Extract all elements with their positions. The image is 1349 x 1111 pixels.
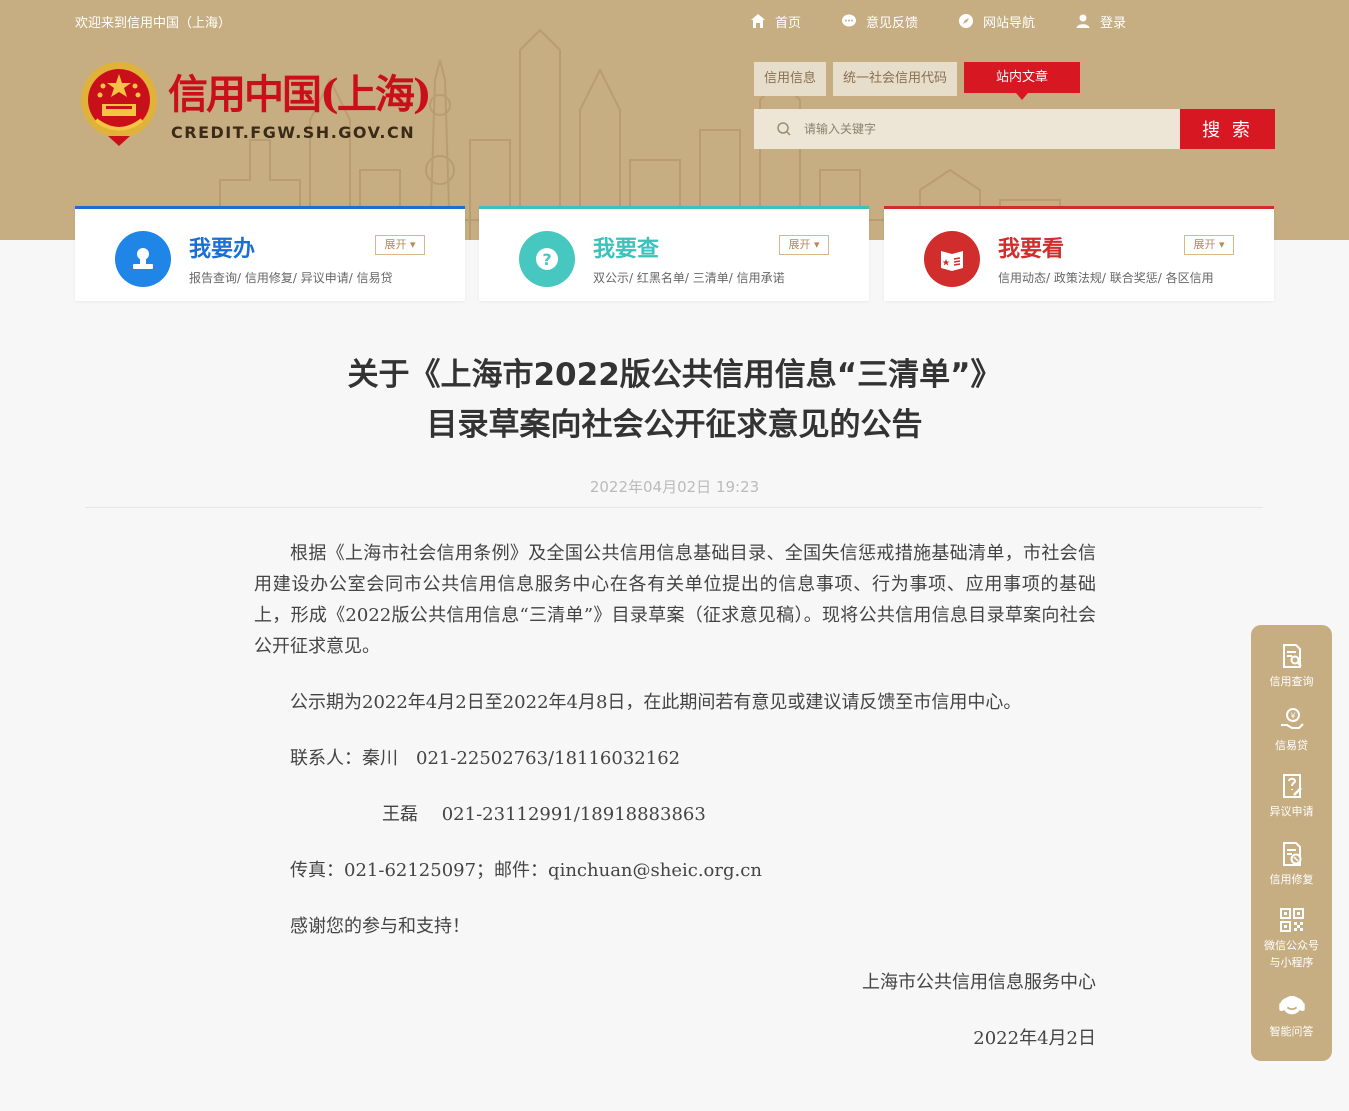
float-item-credit-loan-label: 信易贷 (1275, 739, 1308, 752)
document-search-icon (1282, 644, 1302, 668)
card-view-title: 我要看 (998, 237, 1065, 262)
float-item-objection[interactable]: 异议申请 (1251, 773, 1332, 819)
nav-home-label: 首页 (775, 15, 802, 31)
float-item-wechat-label: 微信公众号 (1264, 939, 1319, 952)
article-thanks: 感谢您的参与和支持！ (290, 916, 470, 937)
float-item-credit-repair-label: 信用修复 (1269, 873, 1314, 886)
svg-text:¥: ¥ (1290, 712, 1295, 721)
float-sidebar: 信用查询 ¥ 信易贷 异议申请 信用修复 微信公众号 与小程序 智能问答 (1251, 625, 1332, 1061)
book-icon (924, 231, 980, 287)
float-item-credit-query[interactable]: 信用查询 (1251, 643, 1332, 689)
top-nav: 首页 意见反馈 网站导航 登录 (750, 10, 1126, 32)
compass-icon (959, 14, 974, 28)
qrcode-icon (1279, 908, 1304, 932)
card-query-expand-button[interactable]: 展开 ▾ (779, 235, 829, 255)
card-query-title: 我要查 (593, 237, 660, 262)
float-item-wechat-label-2: 与小程序 (1269, 956, 1314, 969)
nav-login-label: 登录 (1100, 15, 1127, 31)
card-query[interactable]: ? 我要查 双公示/ 红黑名单/ 三清单/ 信用承诺 展开 ▾ (479, 206, 869, 301)
float-item-smart-qa[interactable]: 智能问答 (1251, 989, 1332, 1039)
search-icon (777, 122, 791, 136)
article-paragraph-1: 根据《上海市社会信用条例》及全国公共信用信息基础目录、全国失信惩戒措施基础清单，… (254, 543, 1096, 657)
header-band: 欢迎来到信用中国（上海） 首页 意见反馈 网站导航 登录 信用中国(上海) CR… (0, 0, 1349, 240)
headset-icon (1278, 995, 1305, 1015)
article-divider (85, 507, 1263, 508)
search-tab-articles[interactable]: 站内文章 (964, 62, 1081, 100)
search-button[interactable]: 搜 索 (1180, 109, 1275, 149)
article-body: 根据《上海市社会信用条例》及全国公共信用信息基础目录、全国失信惩戒措施基础清单，… (254, 538, 1096, 1054)
float-item-smart-qa-label: 智能问答 (1269, 1025, 1314, 1038)
article-contact-1: 联系人：秦川 021-22502763/18116032162 (290, 748, 681, 769)
nav-sitemap-label: 网站导航 (983, 15, 1036, 31)
user-icon (1076, 14, 1090, 28)
site-logo-title[interactable]: 信用中国(上海) (168, 62, 432, 120)
home-icon (751, 14, 765, 28)
nav-login[interactable]: 登录 (1075, 12, 1126, 31)
card-query-links[interactable]: 双公示/ 红黑名单/ 三清单/ 信用承诺 (593, 269, 785, 286)
nav-feedback-label: 意见反馈 (866, 15, 919, 31)
article-title-line2: 目录草案向社会公开征求意见的公告 (426, 407, 923, 443)
card-handle[interactable]: 我要办 报告查询/ 信用修复/ 异议申请/ 信易贷 展开 ▾ (75, 206, 465, 301)
float-item-credit-query-label: 信用查询 (1269, 675, 1314, 688)
nav-feedback[interactable]: 意见反馈 (841, 12, 918, 31)
document-repair-icon (1282, 842, 1301, 866)
search-input[interactable] (804, 122, 1164, 136)
article-date: 2022年04月02日 19:23 (589, 478, 760, 496)
card-view-links[interactable]: 信用动态/ 政策法规/ 联合奖惩/ 各区信用 (998, 269, 1214, 286)
article-contact-2: 王磊 021-23112991/18918883863 (382, 804, 706, 825)
card-handle-expand-button[interactable]: 展开 ▾ (375, 235, 425, 255)
welcome-text: 欢迎来到信用中国（上海） (75, 16, 232, 31)
site-logo-url: CREDIT.FGW.SH.GOV.CN (171, 123, 416, 142)
float-item-wechat[interactable]: 微信公众号 与小程序 (1251, 907, 1332, 971)
float-item-credit-loan[interactable]: ¥ 信易贷 (1251, 707, 1332, 753)
document-edit-icon (1282, 774, 1302, 798)
float-item-objection-label: 异议申请 (1269, 805, 1314, 818)
search-tab-credit-code[interactable]: 统一社会信用代码 (833, 62, 958, 96)
chat-icon (842, 14, 857, 27)
card-view-expand-button[interactable]: 展开 ▾ (1184, 235, 1234, 255)
float-item-credit-repair[interactable]: 信用修复 (1251, 841, 1332, 887)
search-tab-credit-info[interactable]: 信用信息 (754, 62, 827, 96)
article-title-line1: 关于《上海市2022版公共信用信息“三清单”》 (347, 357, 1002, 393)
national-emblem-icon[interactable] (78, 58, 160, 150)
search-tabs: 信用信息 统一社会信用代码 站内文章 (754, 62, 1081, 100)
search-box (754, 109, 1180, 149)
question-icon: ? (519, 231, 575, 287)
nav-sitemap[interactable]: 网站导航 (958, 12, 1035, 31)
svg-text:?: ? (542, 250, 551, 269)
article-sign-date: 2022年4月2日 (973, 1028, 1096, 1049)
article-signature: 上海市公共信用信息服务中心 (862, 972, 1096, 993)
hand-coin-icon: ¥ (1280, 708, 1304, 729)
article-title: 关于《上海市2022版公共信用信息“三清单”》 目录草案向社会公开征求意见的公告 (0, 350, 1349, 450)
stamp-icon (115, 231, 171, 287)
article-paragraph-2: 公示期为2022年4月2日至2022年4月8日，在此期间若有意见或建议请反馈至市… (290, 692, 1022, 713)
card-handle-title: 我要办 (189, 237, 256, 262)
article-fax-email: 传真：021-62125097；邮件：qinchuan@sheic.org.cn (290, 860, 762, 881)
card-view[interactable]: 我要看 信用动态/ 政策法规/ 联合奖惩/ 各区信用 展开 ▾ (884, 206, 1274, 301)
nav-home[interactable]: 首页 (750, 12, 801, 31)
card-handle-links[interactable]: 报告查询/ 信用修复/ 异议申请/ 信易贷 (189, 269, 393, 286)
